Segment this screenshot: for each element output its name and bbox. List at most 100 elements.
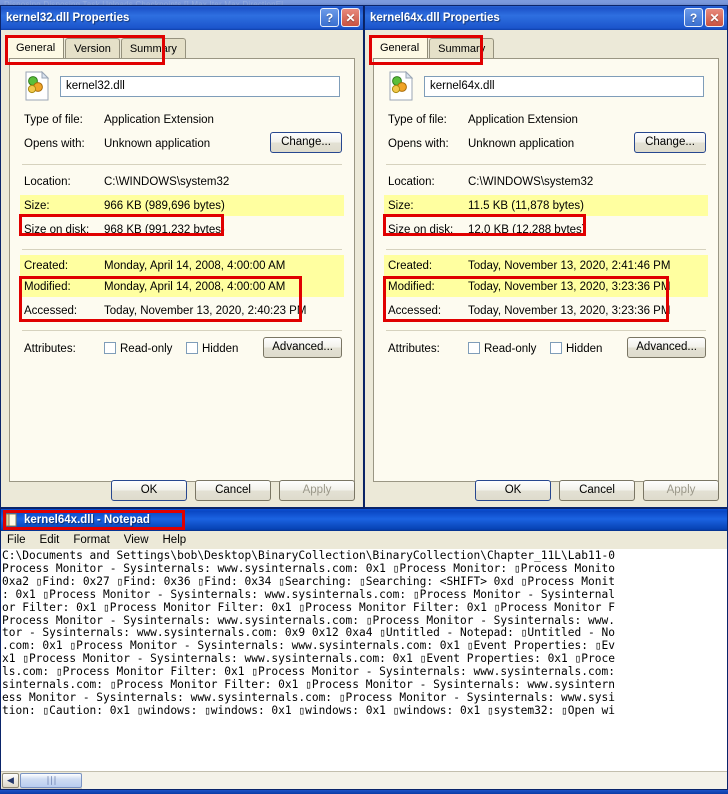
window-title: kernel64x.dll Properties [370,12,500,24]
field-location: Location: C:\WINDOWS\system32 [20,171,344,192]
apply-button: Apply [279,480,355,501]
field-value: C:\WINDOWS\system32 [104,175,230,188]
tab-version[interactable]: Version [65,38,120,58]
attributes-label: Attributes: [388,342,440,355]
notepad-title: kernel64x.dll - Notepad [24,514,150,526]
field-size: Size: 11.5 KB (11,878 bytes) [384,195,708,216]
checkbox-box[interactable] [186,342,198,354]
notepad-icon [5,513,18,527]
attributes-row: Attributes: Read-only Hidden Advanced... [20,337,344,359]
field-modified: Modified: Today, November 13, 2020, 3:23… [384,276,708,297]
field-label: Size: [24,199,50,212]
field-value: 11.5 KB (11,878 bytes) [468,199,584,212]
file-name-row: kernel32.dll [20,67,344,109]
hidden-checkbox[interactable]: Hidden [186,342,238,355]
field-size-on-disk: Size on disk: 12.0 KB (12,288 bytes) [384,219,708,240]
menu-edit[interactable]: Edit [40,534,60,546]
field-type-of-file: Type of file: Application Extension [384,109,708,130]
field-location: Location: C:\WINDOWS\system32 [384,171,708,192]
close-button[interactable]: ✕ [705,8,724,27]
dll-file-icon [388,70,414,101]
file-name-input[interactable]: kernel64x.dll [424,75,704,97]
field-value: Application Extension [468,113,578,126]
divider [22,164,342,165]
field-label: Created: [388,259,433,272]
change-button[interactable]: Change... [270,132,342,153]
help-button[interactable]: ? [684,8,703,27]
file-name-input[interactable]: kernel32.dll [60,75,340,97]
divider [386,164,706,165]
hidden-label: Hidden [202,343,239,355]
checkbox-box[interactable] [550,342,562,354]
menu-help[interactable]: Help [163,534,187,546]
field-accessed: Accessed: Today, November 13, 2020, 2:40… [20,300,344,321]
checkbox-box[interactable] [468,342,480,354]
tab-general[interactable]: General [7,36,65,58]
scroll-left-arrow-icon[interactable]: ◀ [2,772,19,788]
divider [22,249,342,250]
field-label: Type of file: [24,113,83,126]
general-panel: kernel32.dll Type of file: Application E… [9,58,355,482]
field-label: Opens with: [24,137,85,150]
attributes-row: Attributes: Read-only Hidden Advanced... [384,337,708,359]
field-opens-with: Opens with: Unknown application Change..… [20,132,344,154]
properties-dialog-kernel64x: kernel64x.dll Properties ? ✕ General Sum… [364,5,728,508]
ok-button[interactable]: OK [475,480,551,501]
attributes-label: Attributes: [24,342,76,355]
menu-file[interactable]: File [7,534,26,546]
field-label: Location: [24,175,71,188]
field-value: Today, November 13, 2020, 2:40:23 PM [104,304,307,317]
notepad-title-bar[interactable]: kernel64x.dll - Notepad [1,509,727,531]
scrollbar-track[interactable] [82,771,727,789]
close-button[interactable]: ✕ [341,8,360,27]
help-button[interactable]: ? [320,8,339,27]
tab-general[interactable]: General [371,36,429,58]
change-button[interactable]: Change... [634,132,706,153]
notepad-text-area[interactable]: C:\Documents and Settings\bob\Desktop\Bi… [1,549,727,771]
apply-button: Apply [643,480,719,501]
scrollbar-thumb[interactable]: ∣∣∣ [20,772,82,788]
tab-summary[interactable]: Summary [429,38,495,58]
tab-summary[interactable]: Summary [120,38,186,58]
title-bar[interactable]: kernel64x.dll Properties ? ✕ [365,6,727,30]
notepad-window: kernel64x.dll - Notepad File Edit Format… [0,508,728,790]
menu-view[interactable]: View [124,534,149,546]
readonly-checkbox[interactable]: Read-only [468,342,550,355]
file-name-row: kernel64x.dll [384,67,708,109]
field-label: Accessed: [388,304,442,317]
field-value: 968 KB (991,232 bytes) [104,223,225,236]
field-value: Monday, April 14, 2008, 4:00:00 AM [104,280,286,293]
field-label: Size on disk: [388,223,454,236]
field-label: Modified: [24,280,71,293]
menu-format[interactable]: Format [73,534,109,546]
horizontal-scrollbar[interactable]: ◀ ∣∣∣ [1,771,727,789]
field-opens-with: Opens with: Unknown application Change..… [384,132,708,154]
readonly-label: Read-only [120,343,173,355]
advanced-button[interactable]: Advanced... [263,337,342,358]
readonly-checkbox[interactable]: Read-only [104,342,186,355]
divider [22,330,342,331]
field-label: Created: [24,259,69,272]
title-bar[interactable]: kernel32.dll Properties ? ✕ [1,6,363,30]
tab-strip: General Version Summary [7,36,363,58]
hidden-checkbox[interactable]: Hidden [550,342,602,355]
checkbox-box[interactable] [104,342,116,354]
field-label: Type of file: [388,113,447,126]
dialog-footer: OK Cancel Apply [111,480,355,501]
cancel-button[interactable]: Cancel [559,480,635,501]
field-value: Monday, April 14, 2008, 4:00:00 AM [104,259,286,272]
field-label: Accessed: [24,304,78,317]
tab-strip: General Summary [371,36,727,58]
dialog-footer: OK Cancel Apply [475,480,719,501]
divider [386,330,706,331]
taskbar [0,790,728,794]
notepad-menu-bar: File Edit Format View Help [1,531,727,549]
field-modified: Modified: Monday, April 14, 2008, 4:00:0… [20,276,344,297]
ok-button[interactable]: OK [111,480,187,501]
cancel-button[interactable]: Cancel [195,480,271,501]
dll-file-icon [24,70,50,101]
advanced-button[interactable]: Advanced... [627,337,706,358]
general-panel: kernel64x.dll Type of file: Application … [373,58,719,482]
field-size: Size: 966 KB (989,696 bytes) [20,195,344,216]
field-value: 12.0 KB (12,288 bytes) [468,223,586,236]
